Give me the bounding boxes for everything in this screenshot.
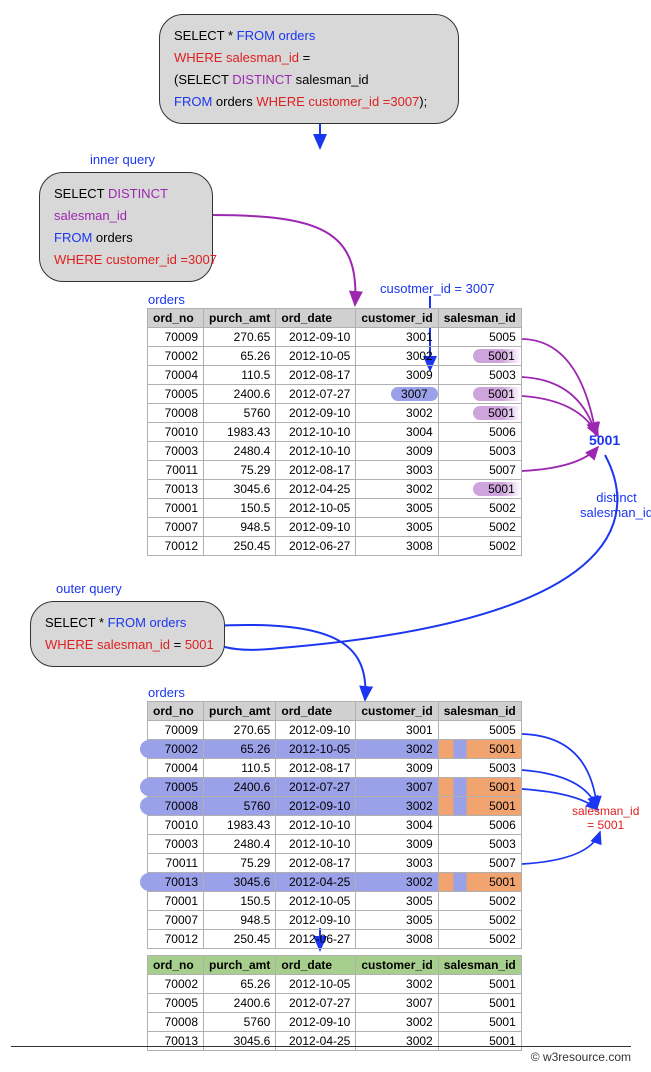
distinct-label: distinctsalesman_id [580, 490, 651, 520]
footer-credit: © w3resource.com [11, 1046, 631, 1064]
table-row: 700032480.42012-10-1030095003 [148, 442, 522, 461]
table-row: 7000857602012-09-1030025001 [148, 404, 522, 423]
inner-sql-box: SELECT DISTINCT salesman_id FROM orders … [39, 172, 213, 282]
sql-text: SELECT * [174, 28, 237, 43]
table-row: 70004110.52012-08-1730095003 [148, 759, 522, 778]
table-row: 7000265.262012-10-0530025001 [148, 347, 522, 366]
table-row: 700133045.62012-04-2530025001 [148, 480, 522, 499]
table-header-row: ord_no purch_amt ord_date customer_id sa… [148, 956, 522, 975]
orders-title-2: orders [148, 685, 185, 700]
main-sql-box: SELECT * FROM orders WHERE salesman_id =… [159, 14, 459, 124]
col-salesman: salesman_id [438, 309, 521, 328]
orders-table-1: ord_no purch_amt ord_date customer_id sa… [147, 308, 522, 556]
value-5001: 5001 [589, 432, 620, 448]
col-customer: customer_id [356, 309, 438, 328]
outer-query-label: outer query [56, 581, 122, 596]
result-table: ord_no purch_amt ord_date customer_id sa… [147, 955, 522, 1051]
outer-sql-box: SELECT * FROM orders WHERE salesman_id =… [30, 601, 225, 667]
orders-table-2: ord_no purch_amt ord_date customer_id sa… [147, 701, 522, 949]
table-row: 7001175.292012-08-1730035007 [148, 854, 522, 873]
salesman-id-annotation: salesman_id= 5001 [572, 805, 639, 833]
table-header-row: ord_no purch_amt ord_date customer_id sa… [148, 702, 522, 721]
col-ord-date: ord_date [276, 309, 356, 328]
table-row: 7000857602012-09-1030025001 [148, 1013, 522, 1032]
table-row: 70001150.52012-10-0530055002 [148, 499, 522, 518]
table-row: 70007948.52012-09-1030055002 [148, 518, 522, 537]
col-ord-no: ord_no [148, 309, 204, 328]
table-row: 700101983.432012-10-1030045006 [148, 423, 522, 442]
table-row: 700101983.432012-10-1030045006 [148, 816, 522, 835]
table-row: 700032480.42012-10-1030095003 [148, 835, 522, 854]
table-row: 7000265.262012-10-0530025001 [148, 975, 522, 994]
table-row: 7001175.292012-08-1730035007 [148, 461, 522, 480]
table-row: 70004110.52012-08-1730095003 [148, 366, 522, 385]
table-row: 700133045.62012-04-2530025001 [148, 873, 522, 892]
col-purch-amt: purch_amt [204, 309, 276, 328]
table-row: 70009270.652012-09-1030015005 [148, 328, 522, 347]
table-row: 70012250.452012-06-2730085002 [148, 537, 522, 556]
orders-title-1: orders [148, 292, 185, 307]
table-row: 7000265.262012-10-0530025001 [148, 740, 522, 759]
inner-query-label: inner query [90, 152, 155, 167]
customer-id-annotation: cusotmer_id = 3007 [380, 281, 495, 296]
table-row: 7000857602012-09-1030025001 [148, 797, 522, 816]
table-row: 70012250.452012-06-2730085002 [148, 930, 522, 949]
diagram-canvas: SELECT * FROM orders WHERE salesman_id =… [0, 0, 651, 1072]
table-row: 700052400.62012-07-2730075001 [148, 385, 522, 404]
table-row: 70001150.52012-10-0530055002 [148, 892, 522, 911]
table-row: 700052400.62012-07-2730075001 [148, 994, 522, 1013]
table-row: 70009270.652012-09-1030015005 [148, 721, 522, 740]
table-header-row: ord_no purch_amt ord_date customer_id sa… [148, 309, 522, 328]
table-row: 700052400.62012-07-2730075001 [148, 778, 522, 797]
table-row: 70007948.52012-09-1030055002 [148, 911, 522, 930]
